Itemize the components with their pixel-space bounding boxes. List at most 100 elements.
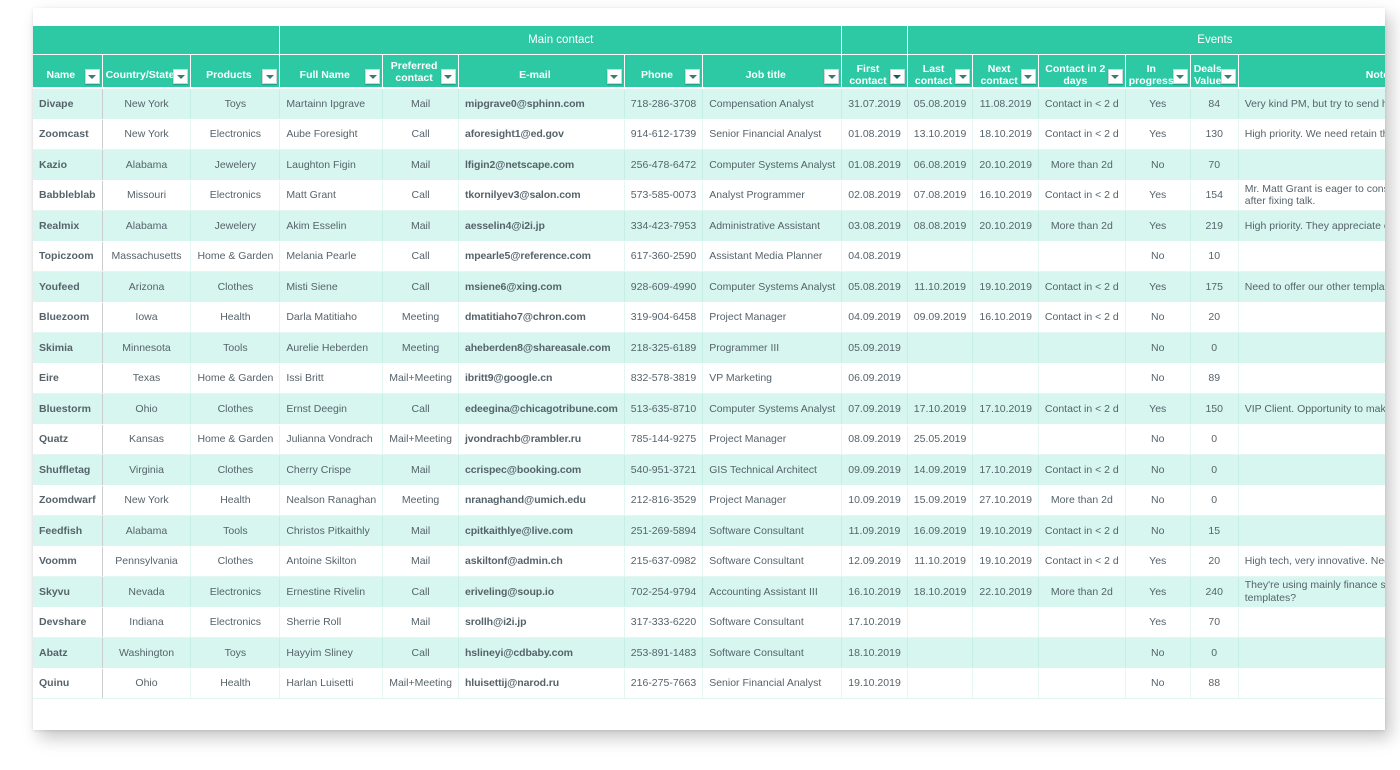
cell-progress[interactable]: Yes <box>1125 546 1191 577</box>
cell-phone[interactable]: 334-423-7953 <box>624 210 704 242</box>
cell-deals[interactable]: 88 <box>1190 668 1239 699</box>
cell-in2days[interactable] <box>1038 424 1126 455</box>
cell-in2days[interactable] <box>1038 241 1126 272</box>
cell-notes[interactable]: High priority. We need retain this custo… <box>1238 119 1385 150</box>
cell-notes[interactable] <box>1238 485 1385 516</box>
cell-progress[interactable]: No <box>1125 363 1191 394</box>
cell-preferred[interactable]: Mail <box>382 546 459 577</box>
cell-country[interactable]: Alabama <box>102 515 192 547</box>
cell-deals[interactable]: 10 <box>1190 241 1239 272</box>
cell-notes[interactable] <box>1238 302 1385 333</box>
cell-phone[interactable]: 617-360-2590 <box>624 241 704 272</box>
cell-preferred[interactable]: Mail <box>382 607 459 638</box>
cell-phone[interactable]: 540-951-3721 <box>624 454 704 486</box>
cell-products[interactable]: Toys <box>190 88 281 120</box>
table-row[interactable]: Zoomdwarf New York Health Nealson Ranaghan M… <box>33 485 1385 516</box>
cell-name[interactable]: Skyvu <box>33 576 103 608</box>
cell-in2days[interactable] <box>1038 637 1126 669</box>
cell-job[interactable]: Administrative Assistant <box>702 210 843 242</box>
cell-first[interactable]: 01.08.2019 <box>841 149 908 181</box>
cell-phone[interactable]: 513-635-8710 <box>624 393 704 425</box>
cell-fullname[interactable]: Darla Matitiaho <box>279 302 384 333</box>
cell-name[interactable]: Skimia <box>33 332 103 364</box>
cell-fullname[interactable]: Christos Pitkaithly <box>279 515 384 547</box>
cell-email[interactable]: ccrispec@booking.com <box>458 454 625 486</box>
cell-phone[interactable]: 718-286-3708 <box>624 88 704 120</box>
filter-dropdown-preferred[interactable] <box>440 69 456 84</box>
cell-fullname[interactable]: Julianna Vondrach <box>279 424 384 455</box>
cell-fullname[interactable]: Nealson Ranaghan <box>279 485 384 516</box>
cell-progress[interactable]: Yes <box>1125 180 1191 211</box>
cell-name[interactable]: Devshare <box>33 607 103 638</box>
cell-next[interactable]: 18.10.2019 <box>972 119 1039 150</box>
cell-notes[interactable] <box>1238 363 1385 394</box>
cell-job[interactable]: Project Manager <box>702 424 843 455</box>
cell-name[interactable]: Babbleblab <box>33 180 103 211</box>
cell-job[interactable]: Senior Financial Analyst <box>702 668 843 699</box>
cell-in2days[interactable]: More than 2d <box>1038 149 1126 181</box>
cell-products[interactable]: Home & Garden <box>190 363 281 394</box>
cell-phone[interactable]: 256-478-6472 <box>624 149 704 181</box>
cell-notes[interactable] <box>1238 607 1385 638</box>
cell-name[interactable]: Abatz <box>33 637 103 669</box>
cell-job[interactable]: Senior Financial Analyst <box>702 119 843 150</box>
cell-last[interactable] <box>907 607 974 638</box>
cell-progress[interactable]: No <box>1125 241 1191 272</box>
cell-last[interactable]: 15.09.2019 <box>907 485 974 516</box>
cell-email[interactable]: msiene6@xing.com <box>458 271 625 303</box>
cell-next[interactable] <box>972 332 1039 364</box>
cell-first[interactable]: 05.09.2019 <box>841 332 908 364</box>
filter-dropdown-job[interactable] <box>824 69 840 84</box>
cell-preferred[interactable]: Mail+Meeting <box>382 424 459 455</box>
cell-fullname[interactable]: Aube Foresight <box>279 119 384 150</box>
cell-email[interactable]: askiltonf@admin.ch <box>458 546 625 577</box>
cell-notes[interactable] <box>1238 332 1385 364</box>
cell-email[interactable]: srollh@i2i.jp <box>458 607 625 638</box>
cell-progress[interactable]: No <box>1125 149 1191 181</box>
table-row[interactable]: Feedfish Alabama Tools Christos Pitkaithly M… <box>33 515 1385 547</box>
cell-next[interactable] <box>972 668 1039 699</box>
cell-next[interactable]: 16.10.2019 <box>972 302 1039 333</box>
cell-products[interactable]: Health <box>190 485 281 516</box>
cell-progress[interactable]: No <box>1125 302 1191 333</box>
cell-notes[interactable]: High tech, very innovative. Need to ask … <box>1238 546 1385 577</box>
filter-dropdown-products[interactable] <box>262 69 278 84</box>
cell-country[interactable]: Virginia <box>102 454 192 486</box>
cell-notes[interactable]: Need to offer our other templates <box>1238 271 1385 303</box>
cell-email[interactable]: edeegina@chicagotribune.com <box>458 393 625 425</box>
cell-deals[interactable]: 70 <box>1190 607 1239 638</box>
cell-first[interactable]: 09.09.2019 <box>841 454 908 486</box>
cell-country[interactable]: New York <box>102 88 192 120</box>
cell-job[interactable]: Software Consultant <box>702 607 843 638</box>
cell-first[interactable]: 02.08.2019 <box>841 180 908 211</box>
cell-email[interactable]: aforesight1@ed.gov <box>458 119 625 150</box>
cell-email[interactable]: aheberden8@shareasale.com <box>458 332 625 364</box>
cell-in2days[interactable]: Contact in < 2 d <box>1038 546 1126 577</box>
cell-next[interactable]: 20.10.2019 <box>972 149 1039 181</box>
table-row[interactable]: Divape New York Toys Martainn Ipgrave Mail mi… <box>33 88 1385 120</box>
cell-name[interactable]: Realmix <box>33 210 103 242</box>
cell-last[interactable] <box>907 668 974 699</box>
cell-email[interactable]: dmatitiaho7@chron.com <box>458 302 625 333</box>
cell-next[interactable]: 19.10.2019 <box>972 515 1039 547</box>
cell-country[interactable]: New York <box>102 485 192 516</box>
cell-fullname[interactable]: Akim Esselin <box>279 210 384 242</box>
cell-fullname[interactable]: Harlan Luisetti <box>279 668 384 699</box>
cell-job[interactable]: VP Marketing <box>702 363 843 394</box>
cell-deals[interactable]: 0 <box>1190 332 1239 364</box>
table-row[interactable]: Eire Texas Home & Garden Issi Britt Mail+Mee… <box>33 363 1385 394</box>
cell-name[interactable]: Bluestorm <box>33 393 103 425</box>
cell-next[interactable] <box>972 607 1039 638</box>
cell-phone[interactable]: 319-904-6458 <box>624 302 704 333</box>
cell-name[interactable]: Zoomcast <box>33 119 103 150</box>
cell-next[interactable]: 19.10.2019 <box>972 546 1039 577</box>
cell-country[interactable]: Massachusetts <box>102 241 192 272</box>
cell-deals[interactable]: 130 <box>1190 119 1239 150</box>
cell-last[interactable]: 13.10.2019 <box>907 119 974 150</box>
cell-country[interactable]: Ohio <box>102 668 192 699</box>
cell-next[interactable]: 19.10.2019 <box>972 271 1039 303</box>
cell-phone[interactable]: 251-269-5894 <box>624 515 704 547</box>
cell-country[interactable]: Ohio <box>102 393 192 425</box>
cell-job[interactable]: Assistant Media Planner <box>702 241 843 272</box>
filter-dropdown-email[interactable] <box>606 69 622 84</box>
